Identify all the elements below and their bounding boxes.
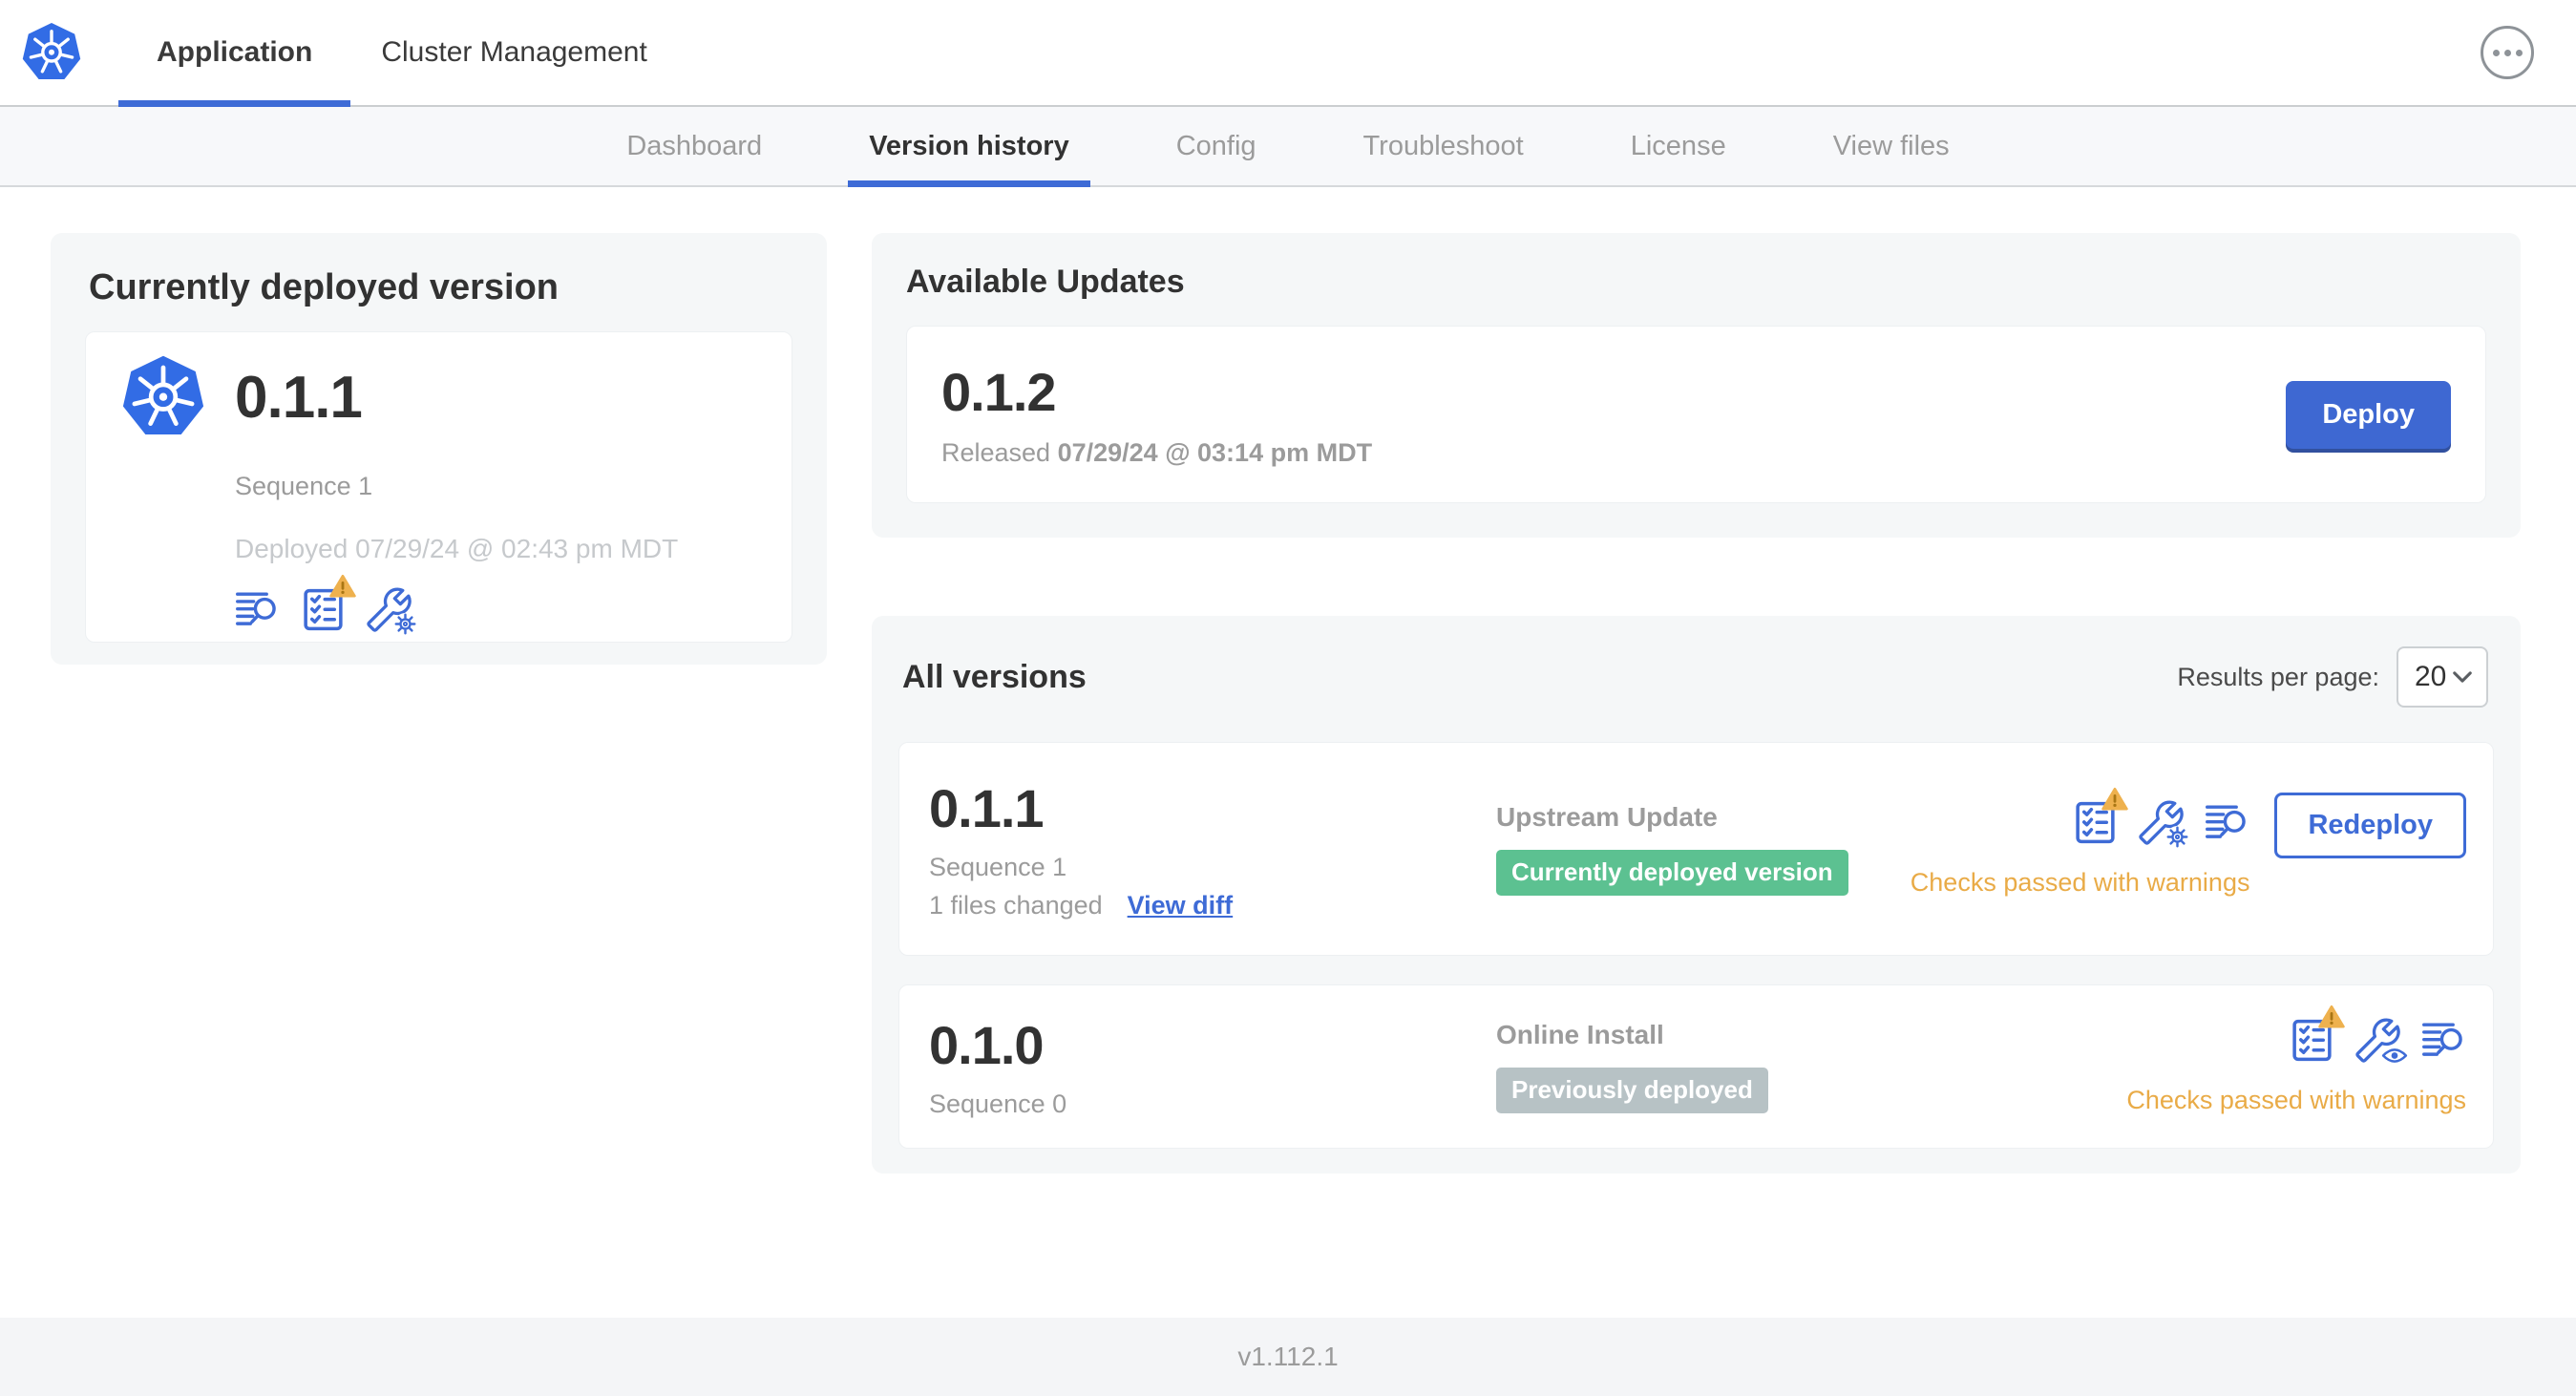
all-versions-card: All versions Results per page: 20 0.1.1 … [872, 616, 2521, 1174]
available-updates-card: Available Updates 0.1.2 Released 07/29/2… [872, 233, 2521, 538]
checks-status-text: Checks passed with warnings [1910, 868, 2250, 897]
tab-dashboard[interactable]: Dashboard [573, 107, 815, 185]
release-notes-icon[interactable] [235, 587, 280, 632]
checks-status-text: Checks passed with warnings [2126, 1086, 2466, 1114]
deployed-version-panel: 0.1.1 Sequence 1 Deployed 07/29/24 @ 02:… [85, 331, 792, 643]
preflight-checks-icon[interactable] [301, 587, 346, 632]
header-tab-label: Cluster Management [381, 36, 647, 68]
preflight-checks-icon[interactable] [2290, 1018, 2334, 1063]
preflight-checks-icon[interactable] [2073, 800, 2118, 845]
row-version-number: 0.1.0 [929, 1015, 1045, 1075]
tab-version-history[interactable]: Version history [815, 107, 1123, 187]
overflow-menu-button[interactable] [2481, 26, 2534, 79]
tab-view-files[interactable]: View files [1780, 107, 2003, 185]
row-sequence: Sequence 1 [929, 853, 1067, 881]
header-tab-cluster-management[interactable]: Cluster Management [350, 0, 677, 105]
update-version-number: 0.1.2 [941, 362, 1057, 422]
eye-icon [2381, 1047, 2408, 1065]
version-row: 0.1.1 Sequence 1 1 files changed View di… [898, 742, 2494, 956]
status-badge: Currently deployed version [1496, 850, 1848, 896]
status-badge: Previously deployed [1496, 1068, 1768, 1113]
all-versions-title: All versions [902, 658, 1087, 695]
view-config-icon[interactable] [2355, 1018, 2408, 1065]
results-per-page-value: 20 [2415, 661, 2447, 692]
row-version-number: 0.1.1 [929, 778, 1045, 838]
view-diff-link[interactable]: View diff [1128, 891, 1234, 920]
release-notes-icon[interactable] [2205, 800, 2249, 845]
currently-deployed-card: Currently deployed version 0.1.1 Sequenc… [51, 233, 827, 665]
ellipsis-icon [2492, 49, 2500, 56]
row-source-label: Upstream Update [1496, 802, 1718, 832]
edit-config-icon[interactable] [2139, 800, 2189, 848]
tab-config[interactable]: Config [1123, 107, 1310, 185]
deployed-version-number: 0.1.1 [235, 364, 363, 431]
row-files-changed: 1 files changed [929, 891, 1103, 920]
warning-triangle-icon [2101, 787, 2128, 812]
redeploy-button[interactable]: Redeploy [2274, 793, 2466, 858]
deploy-button[interactable]: Deploy [2286, 380, 2451, 449]
deployed-sequence: Sequence 1 [235, 472, 373, 500]
warning-triangle-icon [329, 574, 356, 599]
row-source-label: Online Install [1496, 1020, 1664, 1049]
header-tab-label: Application [157, 36, 313, 68]
tab-troubleshoot[interactable]: Troubleshoot [1310, 107, 1577, 185]
gear-icon [2166, 826, 2189, 848]
update-released-line: Released 07/29/24 @ 03:14 pm MDT [941, 438, 1373, 467]
console-version: v1.112.1 [1237, 1342, 1339, 1371]
results-per-page-label: Results per page: [2177, 662, 2379, 691]
app-header: Application Cluster Management [0, 0, 2576, 107]
row-sequence: Sequence 0 [929, 1089, 1067, 1118]
edit-config-icon[interactable] [367, 587, 416, 635]
app-footer: v1.112.1 [0, 1318, 2576, 1396]
deployed-timestamp: Deployed 07/29/24 @ 02:43 pm MDT [235, 534, 679, 563]
chevron-down-icon [2452, 670, 2473, 684]
gear-icon [394, 613, 416, 635]
header-tab-application[interactable]: Application [118, 0, 351, 107]
warning-triangle-icon [2318, 1005, 2345, 1029]
app-subnav: Dashboard Version history Config Trouble… [0, 107, 2576, 187]
tab-license[interactable]: License [1577, 107, 1780, 185]
currently-deployed-title: Currently deployed version [89, 267, 560, 307]
kubernetes-logo-icon [21, 21, 82, 84]
update-row: 0.1.2 Released 07/29/24 @ 03:14 pm MDT D… [906, 326, 2486, 503]
available-updates-title: Available Updates [906, 264, 1185, 300]
results-per-page-select[interactable]: 20 [2397, 646, 2488, 708]
main-content: Currently deployed version 0.1.1 Sequenc… [0, 187, 2576, 1174]
kubernetes-app-icon [120, 353, 206, 441]
release-notes-icon[interactable] [2421, 1018, 2466, 1063]
version-row: 0.1.0 Sequence 0 Online Install Previous… [898, 984, 2494, 1149]
update-released-date: 07/29/24 @ 03:14 pm MDT [1057, 438, 1373, 467]
